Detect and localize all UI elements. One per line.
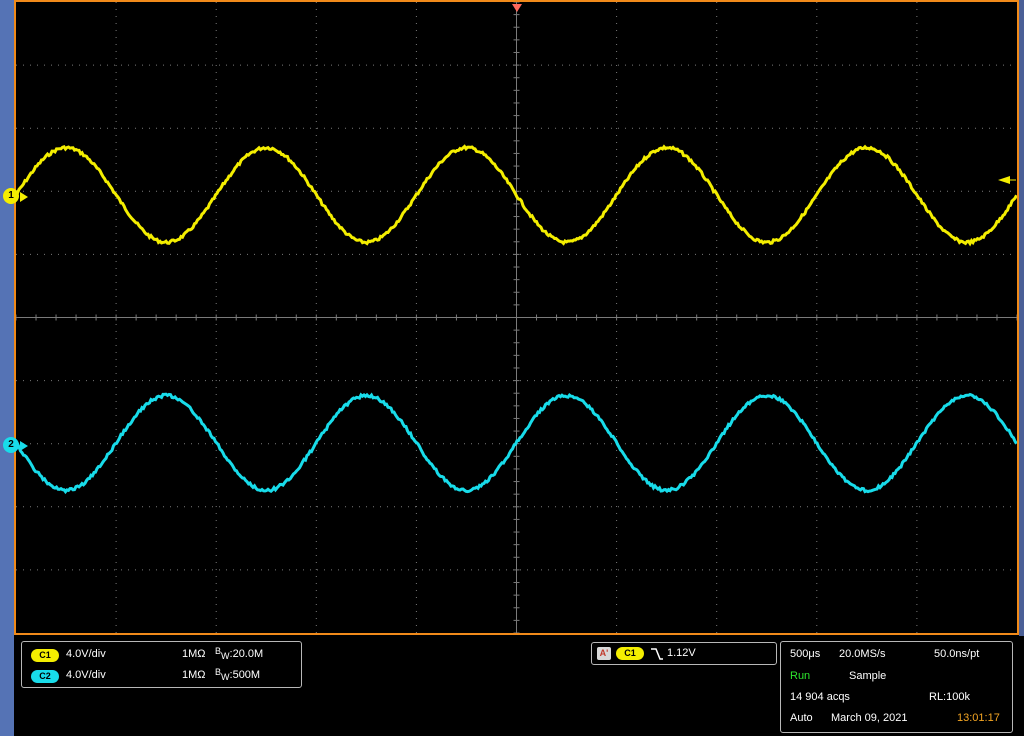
ch1-offset-marker[interactable]: 1 [3, 188, 19, 204]
acquisition-count: 14 904 acqs [790, 691, 850, 703]
trigger-panel[interactable]: A' C1 1.12V [591, 642, 777, 665]
ch1-scale: 4.0V/div [66, 648, 106, 660]
graticule-grid [16, 2, 1017, 633]
ch1-badge[interactable]: C1 [31, 649, 59, 662]
ch2-marker-arrow-icon [20, 441, 28, 451]
waveform-display[interactable] [14, 0, 1019, 635]
trigger-position-icon[interactable] [512, 4, 522, 12]
time-resolution: 50.0ns/pt [934, 648, 980, 660]
record-length: RL:100k [929, 691, 970, 703]
trigger-source-badge[interactable]: C1 [616, 647, 644, 660]
trigger-level: 1.12V [667, 647, 696, 659]
date: March 09, 2021 [831, 712, 908, 724]
ch1-marker-arrow-icon [20, 192, 28, 202]
ch2-impedance: 1MΩ [182, 669, 206, 681]
sample-rate: 20.0MS/s [839, 648, 886, 660]
ch2-badge[interactable]: C2 [31, 670, 59, 683]
trigger-level-arrow-icon[interactable] [998, 176, 1010, 184]
acquisition-mode: Sample [849, 670, 887, 682]
left-strip [0, 0, 14, 736]
ch2-settings-row[interactable]: C2 4.0V/div 1MΩ BW:500M [22, 664, 301, 686]
trigger-mode: Auto [790, 712, 813, 724]
ch2-offset-marker[interactable]: 2 [3, 437, 19, 453]
clock-time: 13:01:17 [957, 712, 1000, 724]
trigger-type-icon: A' [597, 647, 611, 660]
falling-edge-icon [651, 648, 663, 660]
ch1-impedance: 1MΩ [182, 648, 206, 660]
acquisition-state[interactable]: Run [790, 670, 810, 682]
right-strip [1019, 0, 1024, 636]
timebase: 500μs [790, 648, 821, 660]
graticule-plot [16, 2, 1017, 633]
ch1-bandwidth: BW:20.0M [215, 646, 264, 661]
ch1-settings-row[interactable]: C1 4.0V/div 1MΩ BW:20.0M [22, 642, 301, 664]
ch2-scale: 4.0V/div [66, 669, 106, 681]
acquisition-panel[interactable]: 500μs 20.0MS/s 50.0ns/pt Run Sample 14 9… [780, 641, 1013, 733]
channel-settings-panel[interactable]: C1 4.0V/div 1MΩ BW:20.0M C2 4.0V/div 1MΩ… [21, 641, 302, 688]
ch2-bandwidth: BW:500M [215, 667, 261, 682]
